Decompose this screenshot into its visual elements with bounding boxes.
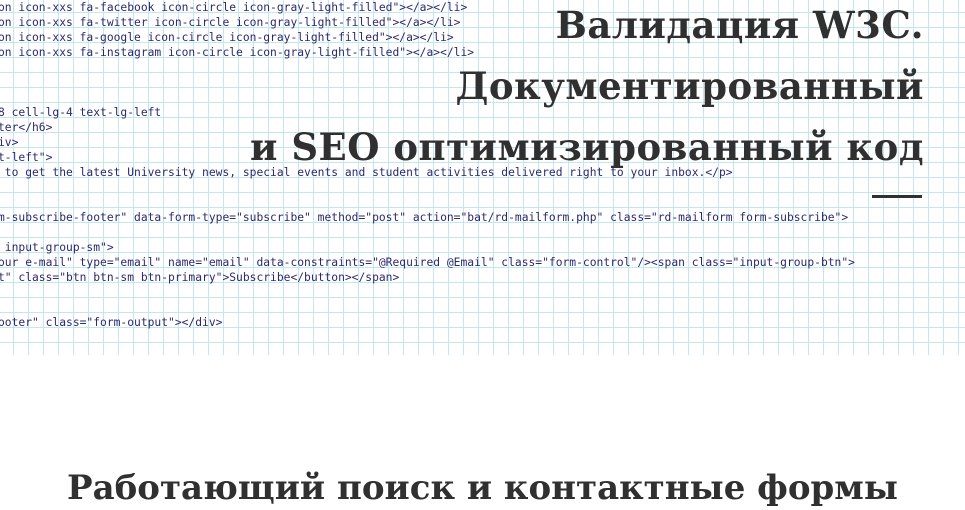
code-line: input-group-sm">	[0, 241, 114, 254]
headline-line-2: Документированный	[455, 64, 924, 108]
headline-line-3: и SEO оптимизированный код	[250, 125, 924, 169]
code-line: our e-mail" type="email" name="email" da…	[0, 256, 855, 269]
code-line: t" class="btn btn-sm btn-primary">Subscr…	[0, 271, 400, 284]
hero-headline: Валидация W3C. Документированный и SEO о…	[250, 0, 924, 178]
code-line: ooter" class="form-output"></div>	[0, 316, 223, 329]
code-line: m-subscribe-footer" data-form-type="subs…	[0, 211, 849, 224]
hero-section: on icon-xxs fa-facebook icon-circle icon…	[0, 0, 965, 355]
section-title: Работающий поиск и контактные формы	[67, 468, 898, 508]
headline-line-1: Валидация W3C.	[555, 3, 924, 47]
headline-divider	[872, 195, 922, 198]
